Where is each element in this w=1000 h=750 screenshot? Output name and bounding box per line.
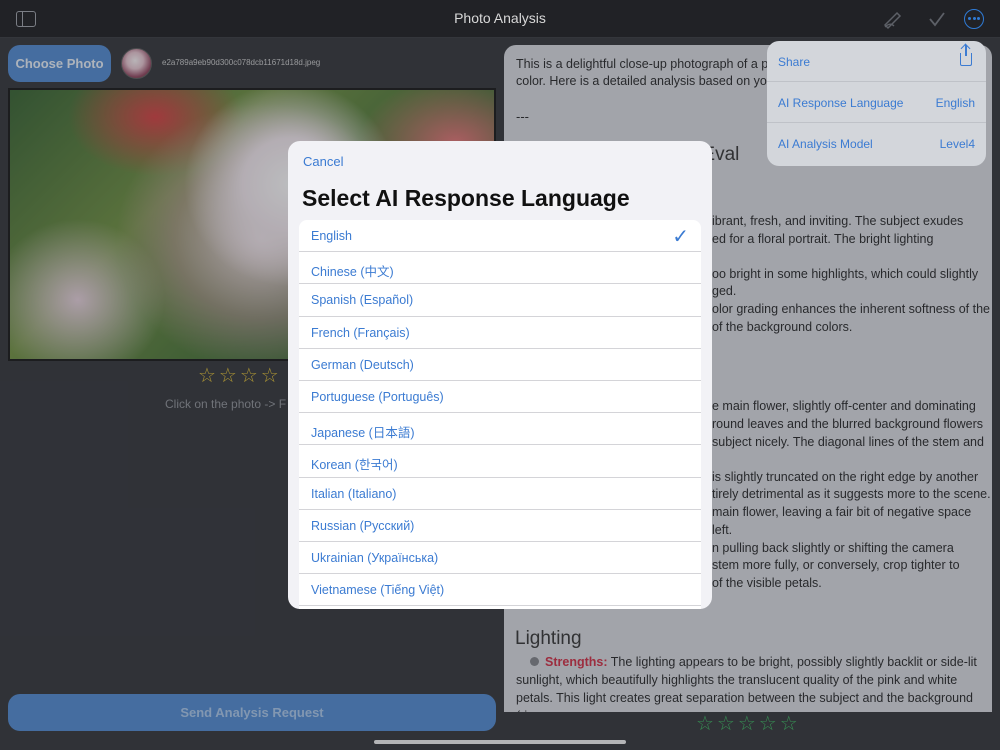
language-option-chinese[interactable]: Chinese (中文): [299, 252, 701, 285]
language-option-italian[interactable]: Italian (Italiano): [299, 478, 701, 510]
language-label: Vietnamese (Tiếng Việt): [311, 583, 445, 598]
language-label: Ukrainian (Українська): [311, 550, 439, 565]
language-label: German (Deutsch): [311, 357, 414, 372]
language-label: Portuguese (Português): [311, 389, 444, 404]
modal-title: Select AI Response Language: [302, 185, 630, 211]
menu-item-value: Level4: [939, 137, 975, 151]
language-option-ukrainian[interactable]: Ukrainian (Українська): [299, 542, 701, 575]
checkmark-icon[interactable]: [926, 8, 948, 30]
language-label: Italian (Italiano): [311, 486, 397, 501]
language-option-portuguese[interactable]: Portuguese (Português): [299, 381, 701, 414]
language-option-spanish[interactable]: Spanish (Español): [299, 284, 701, 317]
language-option-korean[interactable]: Korean (한국어): [299, 445, 701, 478]
language-label: Japanese (日本語): [311, 426, 415, 441]
language-label: Russian (Русский): [311, 518, 415, 533]
language-list[interactable]: English ✓ Chinese (中文) Spanish (Español) …: [299, 220, 701, 609]
language-option-japanese[interactable]: Japanese (日本語): [299, 413, 701, 446]
more-menu: Share AI Response Language English AI An…: [767, 41, 986, 166]
language-label: French (Français): [311, 325, 410, 340]
page-title: Photo Analysis: [454, 10, 546, 26]
language-label: Spanish (Español): [311, 293, 414, 308]
cancel-button[interactable]: Cancel: [303, 154, 343, 169]
share-icon: [960, 45, 972, 66]
top-bar: Photo Analysis: [0, 0, 1000, 38]
pencil-icon[interactable]: [882, 8, 904, 30]
menu-item-share[interactable]: Share: [767, 41, 986, 82]
language-modal: Cancel Select AI Response Language Engli…: [288, 141, 712, 609]
more-icon[interactable]: [964, 9, 984, 29]
language-option-german[interactable]: German (Deutsch): [299, 349, 701, 381]
language-option-french[interactable]: French (Français): [299, 317, 701, 349]
language-option-vietnamese[interactable]: Vietnamese (Tiếng Việt): [299, 574, 701, 607]
menu-item-label: Share: [778, 55, 811, 69]
language-label: Korean (한국어): [311, 458, 398, 473]
menu-item-response-language[interactable]: AI Response Language English: [767, 82, 986, 123]
menu-item-label: AI Response Language: [778, 96, 904, 110]
menu-item-analysis-model[interactable]: AI Analysis Model Level4: [767, 123, 986, 164]
menu-item-label: AI Analysis Model: [778, 137, 873, 151]
language-option-russian[interactable]: Russian (Русский): [299, 510, 701, 542]
language-label: English: [311, 229, 352, 243]
check-icon: ✓: [672, 226, 689, 248]
menu-item-value: English: [935, 96, 975, 110]
language-option-english[interactable]: English ✓: [299, 220, 701, 253]
language-label: Chinese (中文): [311, 265, 394, 280]
